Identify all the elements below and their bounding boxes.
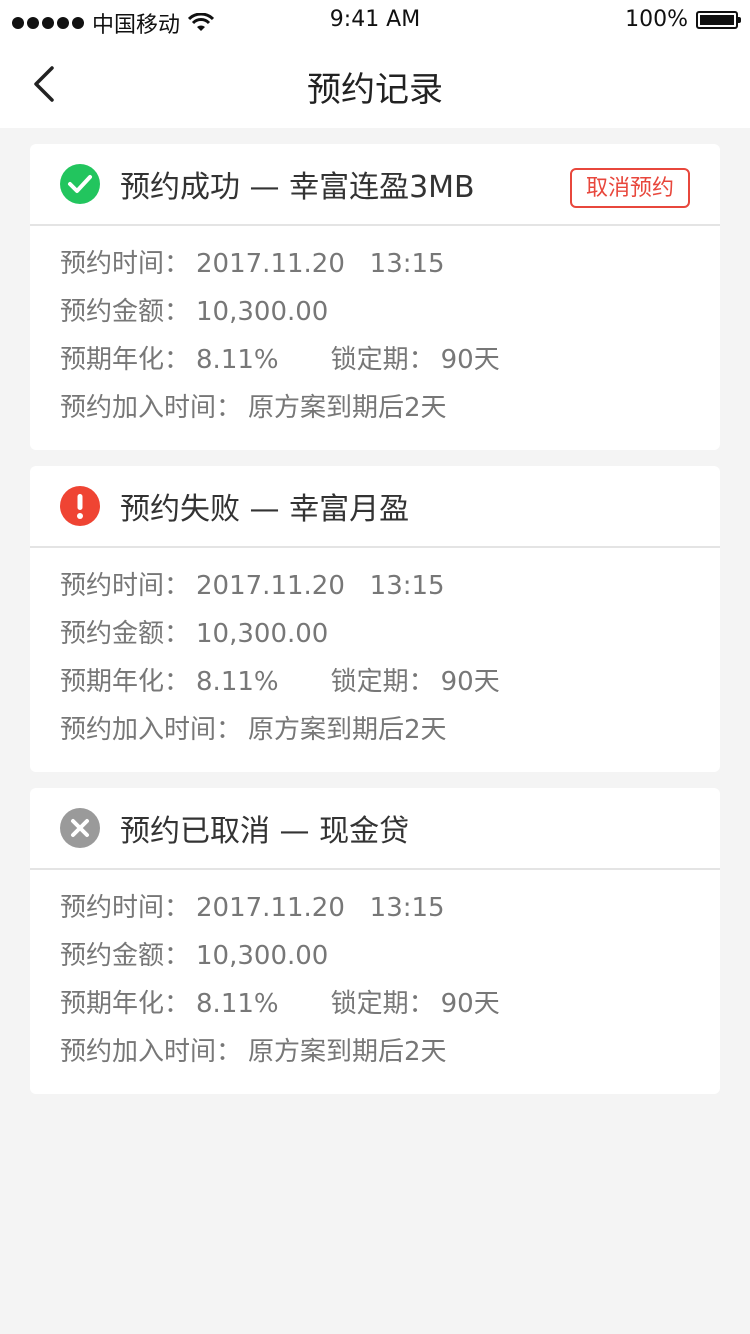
record-details: 预约时间： 2017.11.20 13:15 预约金额： 10,300.00 预期年…: [30, 548, 720, 758]
expected-yield-value: 8.11%: [196, 989, 279, 1019]
page-title: 预约记录: [307, 70, 443, 110]
reservation-amount-value: 10,300.00: [196, 941, 329, 971]
yield-lock-row: 预期年化： 8.11% 锁定期： 90天: [60, 984, 690, 1032]
reservation-amount-value: 10,300.00: [196, 297, 329, 327]
lock-period-value: 90天: [440, 989, 500, 1019]
reservation-amount-row: 预约金额： 10,300.00: [60, 614, 690, 662]
record-details: 预约时间： 2017.11.20 13:15 预约金额： 10,300.00 预期年…: [30, 870, 720, 1080]
reservation-time-row: 预约时间： 2017.11.20 13:15: [60, 244, 690, 292]
reservation-amount-label: 预约金额：: [60, 619, 191, 649]
top-bar: 中国移动 9:41 AM 100% 预约记录: [0, 0, 750, 128]
record-title: 预约成功 — 幸富连盈3MB: [120, 170, 475, 205]
lock-period-value: 90天: [440, 345, 500, 375]
lock-period-label: 锁定期：: [330, 345, 435, 375]
x-circle-icon: [60, 808, 100, 848]
reservation-amount-label: 预约金额：: [60, 941, 191, 971]
battery-percent: 100%: [625, 7, 688, 32]
record-header: 预约失败 — 幸富月盈: [30, 466, 720, 548]
reservation-amount-row: 预约金额： 10,300.00: [60, 292, 690, 340]
expected-yield-value: 8.11%: [196, 667, 279, 697]
battery-icon: [696, 10, 741, 29]
reservation-time-value: 2017.11.20 13:15: [196, 249, 445, 279]
yield-lock-row: 预期年化： 8.11% 锁定期： 90天: [60, 340, 690, 388]
lock-period-value: 90天: [440, 667, 500, 697]
join-time-value: 原方案到期后2天: [248, 393, 447, 423]
expected-yield-label: 预期年化：: [60, 667, 191, 697]
reservation-time-label: 预约时间：: [60, 571, 191, 601]
lock-period-label: 锁定期：: [330, 989, 435, 1019]
reservation-amount-row: 预约金额： 10,300.00: [60, 936, 690, 984]
record-header: 预约已取消 — 现金贷: [30, 788, 720, 870]
record-card: 预约失败 — 幸富月盈 预约时间： 2017.11.20 13:15 预约金额： 1…: [30, 466, 720, 772]
check-circle-icon: [60, 164, 100, 204]
reservation-time-label: 预约时间：: [60, 249, 191, 279]
reservation-amount-label: 预约金额：: [60, 297, 191, 327]
join-time-label: 预约加入时间：: [60, 715, 243, 745]
reservation-time-row: 预约时间： 2017.11.20 13:15: [60, 566, 690, 614]
join-time-row: 预约加入时间： 原方案到期后2天: [60, 710, 690, 758]
join-time-value: 原方案到期后2天: [248, 715, 447, 745]
reservation-time-row: 预约时间： 2017.11.20 13:15: [60, 888, 690, 936]
status-right: 100%: [625, 7, 741, 32]
record-details: 预约时间： 2017.11.20 13:15 预约金额： 10,300.00 预期年…: [30, 226, 720, 436]
join-time-row: 预约加入时间： 原方案到期后2天: [60, 388, 690, 436]
record-title: 预约已取消 — 现金贷: [120, 814, 410, 849]
record-title: 预约失败 — 幸富月盈: [120, 492, 410, 527]
reservation-amount-value: 10,300.00: [196, 619, 329, 649]
nav-bar: 预约记录: [0, 40, 750, 128]
record-list: 预约成功 — 幸富连盈3MB 取消预约 预约时间： 2017.11.20 13:1…: [0, 128, 750, 1094]
status-bar: 中国移动 9:41 AM 100%: [0, 0, 750, 40]
exclamation-circle-icon: [60, 486, 100, 526]
record-header: 预约成功 — 幸富连盈3MB 取消预约: [30, 144, 720, 226]
expected-yield-label: 预期年化：: [60, 989, 191, 1019]
record-card: 预约成功 — 幸富连盈3MB 取消预约 预约时间： 2017.11.20 13:1…: [30, 144, 720, 450]
yield-lock-row: 预期年化： 8.11% 锁定期： 90天: [60, 662, 690, 710]
reservation-time-value: 2017.11.20 13:15: [196, 893, 445, 923]
lock-period-label: 锁定期：: [330, 667, 435, 697]
expected-yield-value: 8.11%: [196, 345, 279, 375]
reservation-time-label: 预约时间：: [60, 893, 191, 923]
join-time-row: 预约加入时间： 原方案到期后2天: [60, 1032, 690, 1080]
expected-yield-label: 预期年化：: [60, 345, 191, 375]
cancel-reservation-button[interactable]: 取消预约: [569, 168, 690, 208]
reservation-time-value: 2017.11.20 13:15: [196, 571, 445, 601]
join-time-label: 预约加入时间：: [60, 1037, 243, 1067]
record-card: 预约已取消 — 现金贷 预约时间： 2017.11.20 13:15 预约金额： 1…: [30, 788, 720, 1094]
join-time-label: 预约加入时间：: [60, 393, 243, 423]
join-time-value: 原方案到期后2天: [248, 1037, 447, 1067]
